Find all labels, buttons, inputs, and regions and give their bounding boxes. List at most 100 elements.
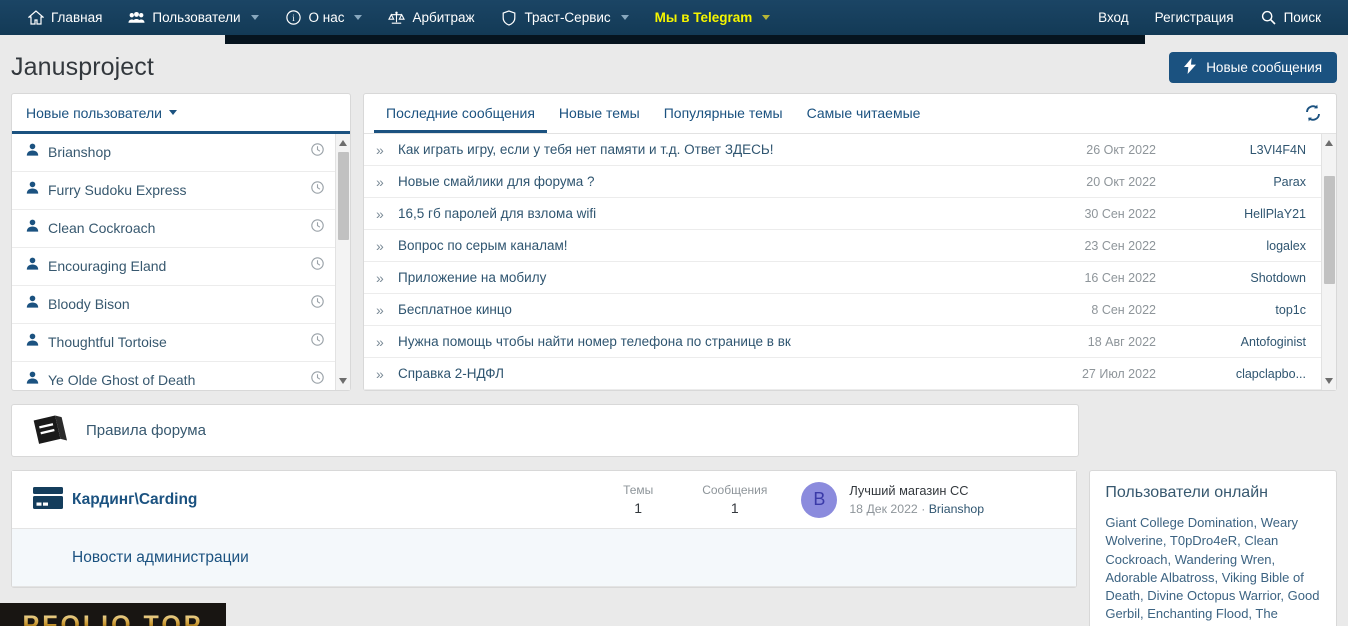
nav-item-arbitration[interactable]: Арбитраж [375,0,487,35]
nav-item-label: Арбитраж [412,10,475,25]
nav-item-home[interactable]: Главная [14,0,115,35]
person-icon [26,142,48,159]
new-messages-button[interactable]: Новые сообщения [1169,51,1337,83]
messages-value: 1 [730,499,739,516]
nav-item-telegram[interactable]: Мы в Telegram [642,0,784,35]
message-user[interactable]: HellPlaY21 [1156,207,1306,221]
clock-icon [311,333,324,349]
message-row[interactable]: » Новые смайлики для форума ? 20 Окт 2022 P… [364,166,1336,198]
forum-rules-banner[interactable]: Правила форума [11,404,1079,457]
nav-item-register[interactable]: Регистрация [1142,0,1247,35]
online-users-title: Пользователи онлайн [1105,484,1268,501]
top-navigation-bar: Главная Пользователи i О нас Арбитраж Тр… [0,0,1348,44]
chevron-down-icon[interactable] [250,15,259,20]
tab-new-threads[interactable]: Новые темы [547,94,652,133]
message-title[interactable]: Новые смайлики для форума ? [398,174,1046,189]
message-title[interactable]: Справка 2-НДФЛ [398,366,1046,381]
message-title[interactable]: Приложение на мобилу [398,270,1046,285]
watermark-overlay: PFOLIO.TOP WEB AGENCY [0,603,226,626]
message-user[interactable]: top1c [1156,303,1306,317]
message-title[interactable]: Нужна помощь чтобы найти номер телефона … [398,334,1046,349]
page-container: Janusproject Новые сообщения Новые польз… [0,35,1348,626]
new-user-name[interactable]: Encouraging Eland [48,256,166,277]
messages-scrollbar[interactable] [1321,134,1336,390]
message-user[interactable]: Antofoginist [1156,335,1306,349]
new-user-name[interactable]: Ye Olde Ghost of Death [48,370,195,390]
avatar[interactable]: B [801,481,838,518]
users-icon [128,10,145,26]
new-user-row[interactable]: Encouraging Eland [12,248,350,286]
clock-icon [311,295,324,311]
chevron-down-icon[interactable] [168,110,177,115]
scroll-thumb[interactable] [1324,176,1335,284]
scroll-up-arrow-icon[interactable] [339,140,347,146]
nav-item-users[interactable]: Пользователи [115,0,271,35]
message-row[interactable]: » Справка 2-НДФЛ 27 Июл 2022 clapclapbo... [364,358,1336,390]
tab-popular-threads[interactable]: Популярные темы [652,94,795,133]
nav-item-label: Регистрация [1154,10,1234,25]
scroll-down-arrow-icon[interactable] [1325,378,1333,384]
message-row[interactable]: » Приложение на мобилу 16 Сен 2022 Shotdown [364,262,1336,294]
new-user-row[interactable]: Thoughtful Tortoise [12,324,350,362]
messages-widget: Последние сообщения Новые темы Популярны… [363,93,1337,391]
message-title[interactable]: Вопрос по серым каналам! [398,238,1046,253]
forum-node-title[interactable]: Кардинг\Carding [72,491,197,509]
new-user-row[interactable]: Ye Olde Ghost of Death [12,362,350,390]
nav-item-about[interactable]: i О нас [272,0,376,35]
new-user-name[interactable]: Bloody Bison [48,294,130,315]
message-title[interactable]: Как играть игру, если у тебя нет памяти … [398,142,1046,157]
tab-most-read[interactable]: Самые читаемые [795,94,933,133]
new-user-name[interactable]: Brianshop [48,142,111,163]
scroll-down-arrow-icon[interactable] [339,378,347,384]
chevron-down-icon[interactable] [620,15,629,20]
nav-right-group: Вход Регистрация Поиск [1085,0,1334,35]
scroll-up-arrow-icon[interactable] [1325,140,1333,146]
new-users-scrollbar[interactable] [335,134,350,390]
forum-node-row[interactable]: Кардинг\Carding Темы 1 Сообщения 1 B Луч… [12,471,1077,529]
new-user-row[interactable]: Bloody Bison [12,286,350,324]
refresh-icon[interactable] [1304,104,1322,125]
nav-item-trust-service[interactable]: Траст-Сервис [488,0,642,35]
message-row[interactable]: » Как играть игру, если у тебя нет памяти… [364,134,1336,166]
new-user-name[interactable]: Clean Cockroach [48,218,155,239]
nav-item-search[interactable]: Поиск [1247,0,1334,35]
message-row[interactable]: » Нужна помощь чтобы найти номер телефона… [364,326,1336,358]
scroll-thumb[interactable] [338,152,349,240]
messages-stat: Сообщения 1 [702,482,767,518]
nav-item-label: О нас [308,10,345,25]
messages-tabs: Последние сообщения Новые темы Популярны… [364,94,1336,134]
forum-rules-label: Правила форума [86,422,206,439]
new-user-row[interactable]: Clean Cockroach [12,210,350,248]
meta-separator: · [921,501,926,516]
new-users-dropdown[interactable]: Новые пользователи [12,94,350,134]
new-user-row[interactable]: Furry Sudoku Express [12,172,350,210]
messages-label: Сообщения [702,482,768,497]
message-user[interactable]: logalex [1156,239,1306,253]
message-title[interactable]: 16,5 гб паролей для взлома wifi [398,206,1046,221]
message-row[interactable]: » Бесплатное кинцо 8 Сен 2022 top1c [364,294,1336,326]
new-user-row[interactable]: Brianshop [12,134,350,172]
message-row[interactable]: » 16,5 гб паролей для взлома wifi 30 Сен 2… [364,198,1336,230]
chevron-down-icon[interactable] [762,15,771,20]
message-user[interactable]: clapclapbo... [1156,367,1306,381]
message-user[interactable]: Parax [1156,175,1306,189]
forum-node-title[interactable]: Новости администрации [72,549,249,567]
new-user-name[interactable]: Furry Sudoku Express [48,180,187,201]
last-post-text: Лучший магазин CC 18 Дек 2022 · Briansho… [849,482,984,518]
clock-icon [311,371,324,387]
forum-node-row[interactable]: Новости администрации [12,529,1077,587]
nav-item-label: Поиск [1283,10,1321,25]
tab-latest-messages[interactable]: Последние сообщения [374,93,547,133]
message-date: 20 Окт 2022 [1086,174,1156,189]
last-post-user[interactable]: Brianshop [929,502,984,516]
chevron-down-icon[interactable] [354,15,363,20]
message-date: 8 Сен 2022 [1091,302,1156,317]
last-post-title[interactable]: Лучший магазин CC [849,482,984,500]
message-user[interactable]: L3VI4F4N [1156,143,1306,157]
new-user-name[interactable]: Thoughtful Tortoise [48,332,167,353]
message-user[interactable]: Shotdown [1156,271,1306,285]
nav-item-login[interactable]: Вход [1085,0,1142,35]
message-title[interactable]: Бесплатное кинцо [398,302,1046,317]
online-users-names[interactable]: Giant College Domination, Weary Wolverin… [1105,514,1321,626]
message-row[interactable]: » Вопрос по серым каналам! 23 Сен 2022 loga… [364,230,1336,262]
